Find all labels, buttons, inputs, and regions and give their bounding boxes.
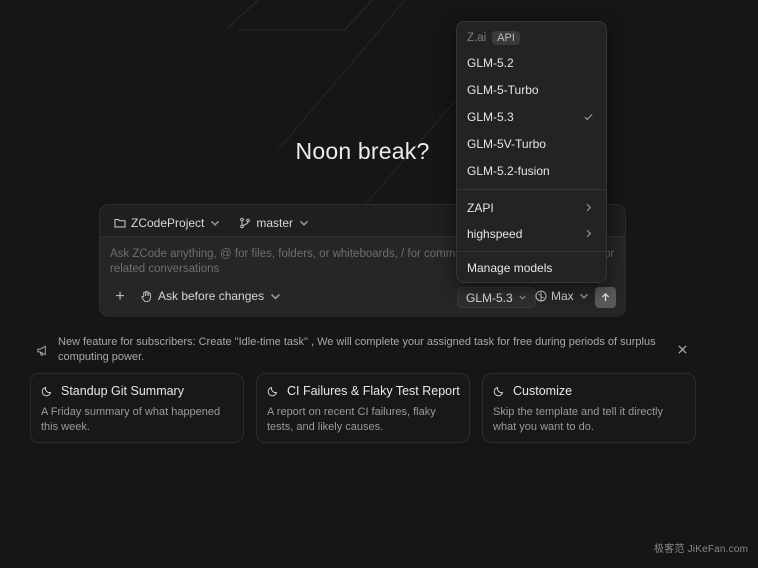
menu-item-glm-5-3[interactable]: GLM-5.3	[457, 106, 606, 128]
card-title-text: CI Failures & Flaky Test Report	[287, 384, 460, 398]
manage-models-item[interactable]: Manage models	[457, 257, 606, 279]
menu-item-glm-5-2[interactable]: GLM-5.2	[457, 52, 606, 74]
moon-icon	[267, 386, 278, 397]
template-card-ci-report[interactable]: CI Failures & Flaky Test Report A report…	[256, 373, 470, 443]
card-description: Skip the template and tell it directly w…	[493, 406, 663, 433]
menu-item-label: Manage models	[467, 261, 553, 275]
card-title-text: Customize	[513, 384, 573, 398]
menu-item-label: GLM-5V-Turbo	[467, 137, 546, 151]
brain-icon	[535, 290, 547, 302]
menu-item-highspeed[interactable]: highspeed	[457, 223, 606, 245]
notice-line-1: New feature for subscribers: Create "Idl…	[58, 336, 656, 348]
folder-icon	[114, 219, 126, 228]
menu-provider-header: Z.ai API	[467, 31, 520, 45]
menu-item-zapi[interactable]: ZAPI	[457, 197, 606, 219]
context-bar: ZCodeProject master	[114, 213, 310, 233]
menu-item-label: highspeed	[467, 227, 523, 241]
model-selector-button[interactable]: GLM-5.3	[457, 287, 536, 308]
model-selector-label: GLM-5.3	[466, 290, 513, 305]
notice-line-2: computing power.	[58, 350, 145, 363]
placeholder-line-1: Ask ZCode anything, @ for files, folders…	[110, 248, 462, 260]
git-branch-icon	[240, 217, 251, 229]
project-name: ZCodeProject	[131, 216, 205, 230]
card-title: Standup Git Summary	[41, 384, 184, 398]
menu-item-glm-5-2-fusion[interactable]: GLM-5.2-fusion	[457, 160, 606, 182]
close-icon[interactable]	[677, 344, 688, 355]
add-attachment-button[interactable]: +	[112, 289, 128, 305]
menu-divider	[457, 189, 606, 190]
card-title-text: Standup Git Summary	[61, 384, 184, 398]
menu-item-label: GLM-5-Turbo	[467, 83, 539, 97]
chevron-down-icon	[579, 293, 588, 299]
menu-item-label: GLM-5.3	[467, 110, 514, 124]
chevron-down-icon	[519, 295, 526, 300]
notice-text: New feature for subscribers: Create "Idl…	[58, 335, 658, 364]
arrow-up-icon	[601, 292, 610, 302]
effort-selector[interactable]: Max	[535, 289, 590, 303]
chevron-down-icon	[211, 220, 220, 226]
permission-mode-selector[interactable]: Ask before changes	[140, 289, 282, 303]
composer-toolbar: + Ask before changes GLM-5.3 Max	[110, 287, 617, 309]
branch-name: master	[256, 216, 294, 230]
chevron-down-icon	[271, 293, 281, 300]
greeting-title: Noon break?	[295, 138, 430, 164]
effort-label: Max	[551, 289, 574, 303]
model-menu: Z.ai API GLM-5.2 GLM-5-Turbo GLM-5.3 GLM…	[456, 21, 607, 283]
permission-mode-label: Ask before changes	[158, 289, 265, 303]
card-description: A Friday summary of what happened this w…	[41, 406, 221, 433]
template-card-standup[interactable]: Standup Git Summary A Friday summary of …	[30, 373, 244, 443]
menu-item-glm-5-turbo[interactable]: GLM-5-Turbo	[457, 79, 606, 101]
menu-divider	[457, 251, 606, 252]
project-selector[interactable]: ZCodeProject	[114, 216, 221, 230]
placeholder-line-2: related conversations	[110, 263, 220, 275]
card-title: Customize	[493, 384, 572, 398]
hand-icon	[141, 290, 151, 302]
megaphone-icon	[37, 345, 46, 356]
chevron-down-icon	[299, 220, 309, 226]
template-card-customize[interactable]: Customize Skip the template and tell it …	[482, 373, 696, 443]
check-icon	[584, 113, 593, 121]
menu-item-glm-5v-turbo[interactable]: GLM-5V-Turbo	[457, 133, 606, 155]
branch-selector[interactable]: master	[239, 216, 310, 230]
moon-icon	[493, 386, 504, 397]
menu-item-label: GLM-5.2-fusion	[467, 164, 550, 178]
provider-badge: API	[492, 31, 520, 45]
menu-item-label: ZAPI	[467, 201, 494, 215]
watermark: 极客范 JiKeFan.com	[654, 544, 749, 555]
card-title: CI Failures & Flaky Test Report	[267, 384, 460, 398]
card-description: A report on recent CI failures, flaky te…	[267, 406, 436, 433]
chevron-right-icon	[586, 229, 592, 238]
chevron-right-icon	[586, 203, 592, 212]
menu-item-label: GLM-5.2	[467, 56, 514, 70]
send-button[interactable]	[595, 287, 616, 308]
moon-icon	[41, 386, 52, 397]
subscriber-notice: New feature for subscribers: Create "Idl…	[30, 335, 695, 365]
provider-name: Z.ai	[467, 32, 487, 44]
